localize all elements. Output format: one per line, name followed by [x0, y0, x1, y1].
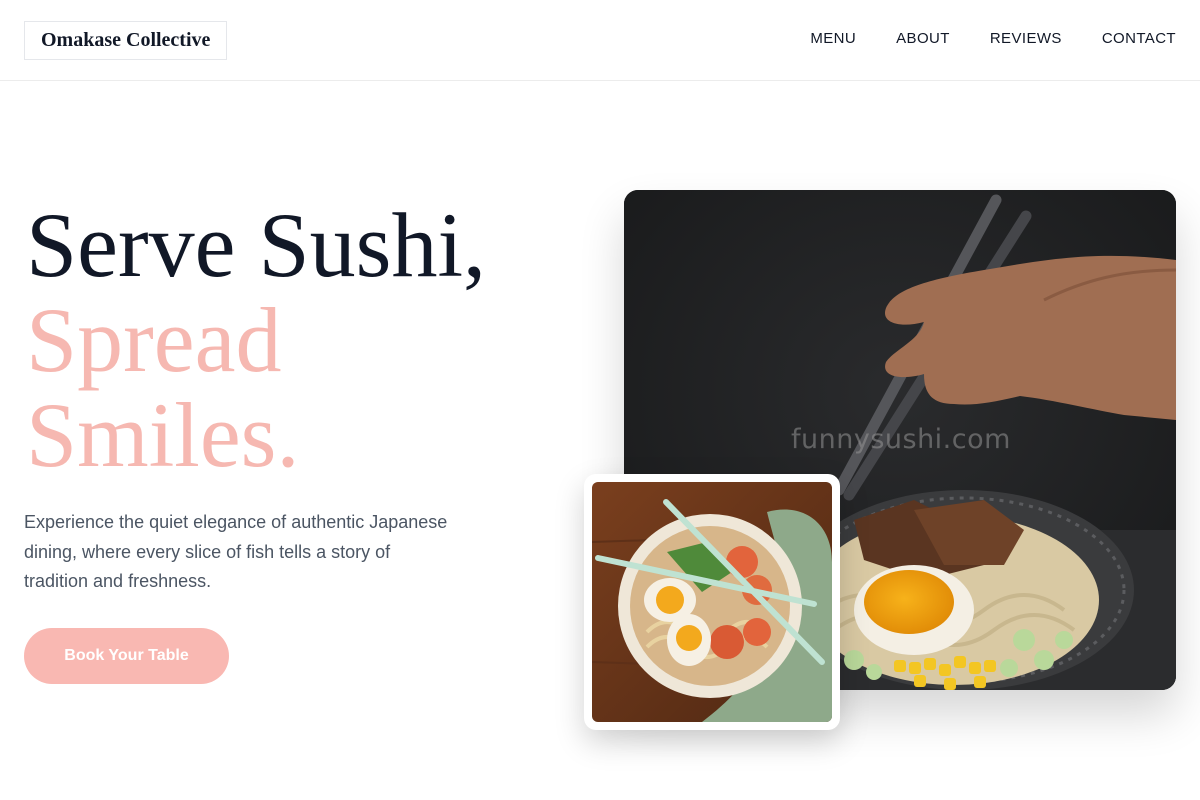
book-table-button[interactable]: Book Your Table	[24, 628, 229, 684]
nav-item-contact[interactable]: CONTACT	[1102, 30, 1176, 47]
site-header: Omakase Collective MENU ABOUT REVIEWS CO…	[0, 0, 1200, 81]
hero-description: Experience the quiet elegance of authent…	[24, 512, 448, 591]
secondary-photo-card	[584, 474, 840, 730]
nav-item-about[interactable]: ABOUT	[896, 30, 950, 47]
hero-title-line-1: Serve Sushi,	[26, 194, 486, 296]
nav-item-menu[interactable]: MENU	[810, 30, 856, 47]
main-nav: MENU ABOUT REVIEWS CONTACT	[810, 30, 1176, 47]
hero-title-line-2: Spread	[26, 289, 282, 391]
hero-title-line-3: Smiles.	[26, 384, 300, 486]
nav-item-reviews[interactable]: REVIEWS	[990, 30, 1062, 47]
brand-logo[interactable]: Omakase Collective	[24, 21, 228, 60]
ramen-bowl-top-view-photo	[592, 482, 832, 722]
hero-title: Serve Sushi, Spread Smiles.	[26, 198, 486, 483]
watermark-text: funnysushi.com	[791, 424, 1011, 455]
